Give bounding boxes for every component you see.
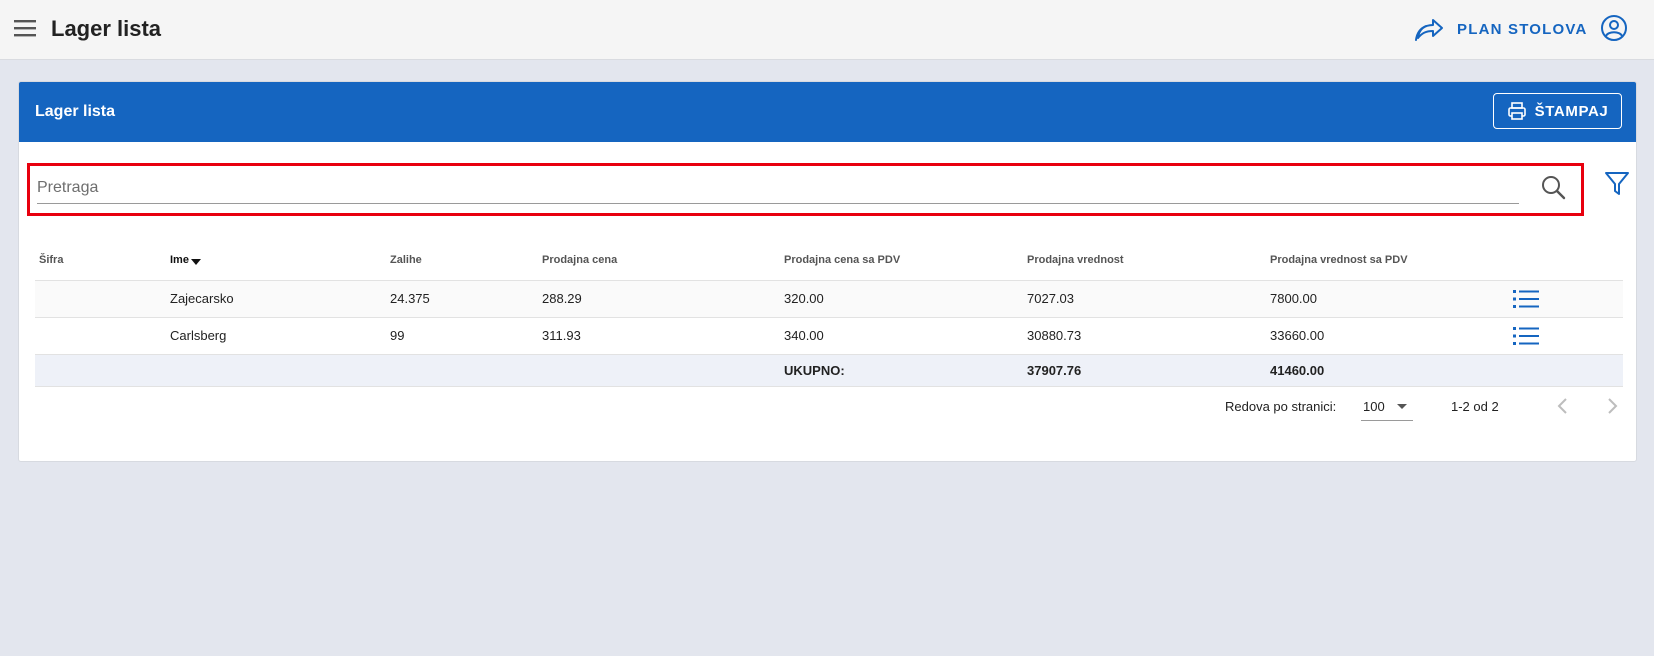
table-row: Zajecarsko 24.375 288.29 320.00 7027.03 … <box>35 280 1623 318</box>
total-empty-cell <box>386 354 538 387</box>
total-empty-cell <box>166 354 386 387</box>
rows-per-page-select[interactable]: 100 <box>1361 391 1413 421</box>
plan-stolova-label: PLAN STOLOVA <box>1457 20 1588 38</box>
sort-desc-icon <box>190 258 201 265</box>
column-header-ime-label: Ime <box>170 253 189 266</box>
total-empty-cell <box>1509 354 1623 387</box>
cell-prodajna-cena-pdv: 340.00 <box>780 317 1023 355</box>
cell-actions <box>1509 280 1623 318</box>
pagination: Redova po stranici: 100 1-2 od 2 <box>19 391 1636 423</box>
cell-prodajna-vrednost: 7027.03 <box>1023 280 1266 318</box>
cell-ime: Zajecarsko <box>166 280 386 318</box>
table-row: Carlsberg 99 311.93 340.00 30880.73 3366… <box>35 317 1623 355</box>
account-circle-icon[interactable] <box>1600 14 1628 42</box>
column-header-actions <box>1509 240 1623 281</box>
column-header-prodajna-vrednost[interactable]: Prodajna vrednost <box>1023 240 1266 281</box>
total-label: UKUPNO: <box>780 354 1023 387</box>
cell-prodajna-vrednost: 30880.73 <box>1023 317 1266 355</box>
cell-prodajna-cena-pdv: 320.00 <box>780 280 1023 318</box>
top-app-bar: Lager lista PLAN STOLOVA <box>0 0 1654 60</box>
cell-prodajna-vrednost-pdv: 7800.00 <box>1266 280 1509 318</box>
list-icon[interactable] <box>1513 288 1539 310</box>
column-header-ime[interactable]: Ime <box>166 240 386 281</box>
stock-table: Šifra Ime Zalihe Prodajna cena Prodajna … <box>35 240 1623 387</box>
total-prodajna-vrednost-pdv: 41460.00 <box>1266 354 1509 387</box>
plan-stolova-button[interactable]: PLAN STOLOVA <box>1415 13 1588 45</box>
cell-zalihe: 24.375 <box>386 280 538 318</box>
card-title: Lager lista <box>35 103 116 120</box>
chevron-right-icon[interactable] <box>1600 394 1624 418</box>
list-icon[interactable] <box>1513 325 1539 347</box>
cell-sifra <box>35 280 166 318</box>
filter-icon[interactable] <box>1603 169 1631 197</box>
page-title: Lager lista <box>51 16 162 41</box>
cell-actions <box>1509 317 1623 355</box>
column-header-zalihe[interactable]: Zalihe <box>386 240 538 281</box>
rows-per-page-value: 100 <box>1363 399 1385 414</box>
column-header-prodajna-cena-pdv[interactable]: Prodajna cena sa PDV <box>780 240 1023 281</box>
cell-zalihe: 99 <box>386 317 538 355</box>
column-header-prodajna-vrednost-pdv[interactable]: Prodajna vrednost sa PDV <box>1266 240 1509 281</box>
card-header: Lager lista ŠTAMPAJ <box>19 82 1636 142</box>
total-row: UKUPNO: 37907.76 41460.00 <box>35 354 1623 387</box>
total-empty-cell <box>538 354 780 387</box>
total-empty-cell <box>35 354 166 387</box>
pagination-range: 1-2 od 2 <box>1451 399 1499 414</box>
total-prodajna-vrednost: 37907.76 <box>1023 354 1266 387</box>
cell-sifra <box>35 317 166 355</box>
cell-prodajna-vrednost-pdv: 33660.00 <box>1266 317 1509 355</box>
cell-prodajna-cena: 311.93 <box>538 317 780 355</box>
stock-list-card: Lager lista ŠTAMPAJ Šifra Ime <box>18 81 1637 462</box>
print-button[interactable]: ŠTAMPAJ <box>1493 93 1622 129</box>
rows-per-page-label: Redova po stranici: <box>1225 399 1337 414</box>
table-header-row: Šifra Ime Zalihe Prodajna cena Prodajna … <box>35 240 1623 281</box>
print-label: ŠTAMPAJ <box>1534 102 1609 120</box>
printer-icon <box>1507 102 1526 120</box>
column-header-prodajna-cena[interactable]: Prodajna cena <box>538 240 780 281</box>
column-header-sifra[interactable]: Šifra <box>35 240 166 281</box>
share-arrow-icon <box>1415 19 1443 41</box>
hamburger-menu-icon[interactable] <box>14 17 36 39</box>
search-input[interactable] <box>37 172 1519 204</box>
search-icon[interactable] <box>1540 174 1566 200</box>
search-highlight-box <box>27 163 1584 216</box>
chevron-left-icon[interactable] <box>1551 394 1575 418</box>
dropdown-caret-icon <box>1397 404 1407 409</box>
cell-prodajna-cena: 288.29 <box>538 280 780 318</box>
cell-ime: Carlsberg <box>166 317 386 355</box>
